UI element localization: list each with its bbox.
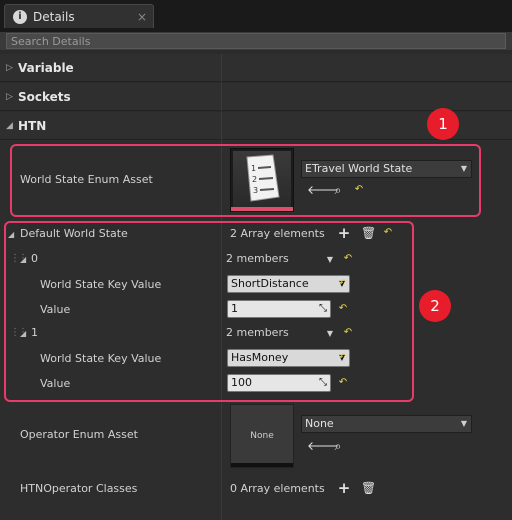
details-icon: i xyxy=(13,9,27,24)
column-divider xyxy=(221,83,222,111)
tab-bar: i Details × xyxy=(0,0,512,32)
collapse-arrow-icon: ◢ xyxy=(6,120,13,131)
category-label: HTN xyxy=(18,118,47,133)
category-label: Sockets xyxy=(18,89,71,104)
highlight-box-1 xyxy=(10,144,481,217)
array-count: 0 Array elements xyxy=(230,482,325,495)
tab-details[interactable]: i Details × xyxy=(4,4,154,28)
tab-label: Details xyxy=(33,9,75,24)
close-icon[interactable]: × xyxy=(137,10,147,24)
callout-badge-1: 1 xyxy=(427,108,459,140)
chevron-down-icon: ▼ xyxy=(460,419,467,428)
highlight-box-2 xyxy=(4,221,414,402)
combo-value: None xyxy=(305,417,334,430)
search-bar xyxy=(0,32,512,50)
category-variable[interactable]: ▷ Variable xyxy=(0,54,512,82)
expand-arrow-icon: ▷ xyxy=(6,91,13,102)
column-divider xyxy=(221,112,222,140)
asset-type-bar xyxy=(231,463,293,467)
thumbnail-text: None xyxy=(250,431,274,441)
use-selected-arrow-icon[interactable]: 🡐 xyxy=(307,439,339,453)
category-sockets[interactable]: ▷ Sockets xyxy=(0,83,512,111)
add-element-icon[interactable]: + xyxy=(337,481,351,496)
browse-search-icon[interactable]: ⌕ xyxy=(331,439,345,453)
operator-enum-combo[interactable]: None ▼ xyxy=(301,415,472,433)
callout-badge-2: 2 xyxy=(419,290,451,322)
trash-icon[interactable]: 🗑 xyxy=(361,481,376,495)
operator-enum-label: Operator Enum Asset xyxy=(20,428,138,441)
search-input[interactable] xyxy=(6,33,506,49)
column-divider xyxy=(221,54,222,82)
category-label: Variable xyxy=(18,60,74,75)
operator-enum-thumbnail[interactable]: None xyxy=(230,404,294,468)
htn-operator-classes-label: HTNOperator Classes xyxy=(20,482,138,495)
expand-arrow-icon: ▷ xyxy=(6,62,13,73)
